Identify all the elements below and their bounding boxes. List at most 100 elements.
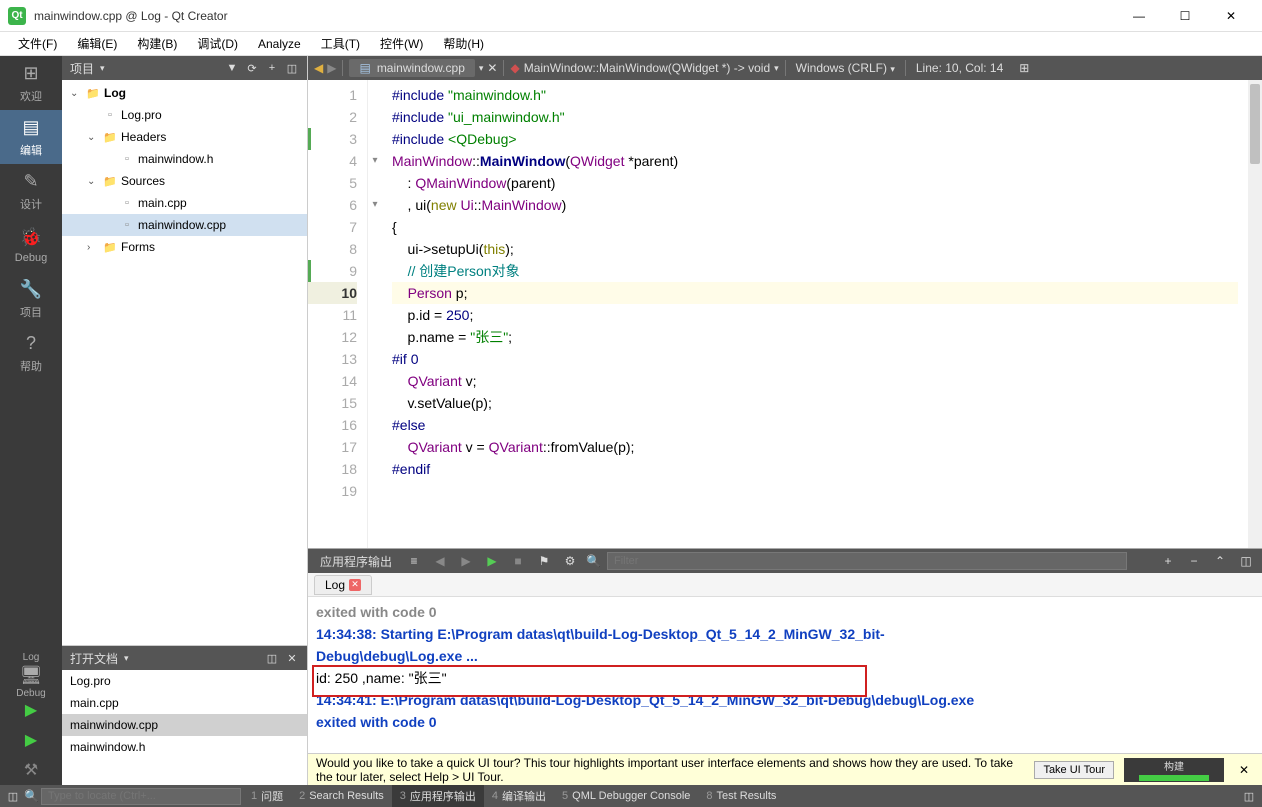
symbol-breadcrumb[interactable]: MainWindow::MainWindow(QWidget *) -> voi… (524, 61, 770, 75)
output-pane-selector[interactable]: 1问题 (243, 785, 291, 807)
menu-bar: 文件(F)编辑(E)构建(B)调试(D)Analyze工具(T)控件(W)帮助(… (0, 32, 1262, 56)
editor-tab[interactable]: ▤ mainwindow.cpp (349, 59, 474, 77)
menu-item[interactable]: 调试(D) (187, 32, 248, 55)
mode-icon: 🔧 (20, 279, 42, 301)
window-titlebar: Qt mainwindow.cpp @ Log - Qt Creator — ☐… (0, 0, 1262, 32)
menu-item[interactable]: 工具(T) (311, 32, 370, 55)
tree-label: Forms (121, 240, 155, 254)
output-filter-input[interactable] (607, 552, 1127, 570)
panel-toggle-icon[interactable]: ◫ (4, 787, 22, 805)
prev-icon[interactable]: ◀ (430, 552, 450, 570)
output-content[interactable]: exited with code 0 14:34:38: Starting E:… (308, 597, 1262, 753)
nav-back-icon[interactable]: ◀ (314, 61, 323, 75)
folder-icon: 📁 (85, 85, 101, 101)
zoom-in-icon[interactable]: + (1158, 552, 1178, 570)
close-bottom-icon[interactable]: ◫ (1240, 787, 1258, 805)
minimize-button[interactable]: — (1116, 0, 1162, 32)
tree-row[interactable]: ▫mainwindow.h (62, 148, 307, 170)
tree-row[interactable]: ⌄📁Headers (62, 126, 307, 148)
locator-input[interactable] (41, 788, 241, 805)
minimize-panel-icon[interactable]: ⌃ (1210, 552, 1230, 570)
output-pane-selector[interactable]: 3应用程序输出 (392, 785, 484, 807)
close-panel-icon[interactable]: ◫ (1236, 552, 1256, 570)
menu-item[interactable]: 帮助(H) (433, 32, 494, 55)
mode-设计[interactable]: ✎设计 (0, 164, 62, 218)
qt-creator-icon: Qt (8, 7, 26, 25)
open-doc-item[interactable]: main.cpp (62, 692, 307, 714)
close-icon[interactable]: ✕ (285, 651, 299, 665)
output-pane-selector[interactable]: 5QML Debugger Console (554, 785, 698, 807)
menu-item[interactable]: 构建(B) (127, 32, 187, 55)
maximize-button[interactable]: ☐ (1162, 0, 1208, 32)
editor-scrollbar[interactable] (1248, 80, 1262, 548)
mode-debug[interactable]: 🐞Debug (0, 218, 62, 272)
open-doc-item[interactable]: mainwindow.cpp (62, 714, 307, 736)
line-gutter[interactable]: 12345678910111213141516171819 (308, 80, 368, 548)
build-button[interactable]: ⚒ (0, 755, 62, 785)
run-button[interactable]: ▶ (0, 695, 62, 725)
build-progress-badge[interactable]: 构建 (1124, 758, 1224, 782)
split-editor-icon[interactable]: ⊞ (1019, 61, 1029, 75)
close-tab-icon[interactable]: ✕ (349, 579, 361, 591)
editor-tab-label: mainwindow.cpp (377, 61, 465, 75)
mode-编辑[interactable]: ▤编辑 (0, 110, 62, 164)
tree-row[interactable]: ▫main.cpp (62, 192, 307, 214)
tab-close-icon[interactable]: ✕ (487, 61, 497, 75)
split-icon[interactable]: ◫ (265, 651, 279, 665)
output-pane-selector[interactable]: 2Search Results (291, 785, 392, 807)
fold-column[interactable]: ▾▾ (368, 80, 382, 548)
menu-item[interactable]: 编辑(E) (67, 32, 127, 55)
take-tour-button[interactable]: Take UI Tour (1034, 761, 1114, 779)
menu-item[interactable]: Analyze (248, 34, 311, 54)
output-tab-log[interactable]: Log ✕ (314, 575, 372, 595)
menu-item[interactable]: 文件(F) (8, 32, 67, 55)
zoom-out-icon[interactable]: − (1184, 552, 1204, 570)
output-pane-selector[interactable]: 4编译输出 (484, 785, 554, 807)
menu-item[interactable]: 控件(W) (370, 32, 433, 55)
tree-row[interactable]: ⌄📁Sources (62, 170, 307, 192)
cursor-position[interactable]: Line: 10, Col: 14 (906, 61, 1013, 75)
code-area[interactable]: #include "mainwindow.h"#include "ui_main… (382, 80, 1248, 548)
sync-icon[interactable]: ⟳ (245, 61, 259, 75)
tree-row[interactable]: ▫mainwindow.cpp (62, 214, 307, 236)
project-tree[interactable]: ⌄📁Log▫Log.pro⌄📁Headers▫mainwindow.h⌄📁Sou… (62, 80, 307, 645)
folder-icon: 📁 (102, 173, 118, 189)
filter-icon[interactable]: ▼ (225, 61, 239, 75)
mode-帮助[interactable]: ?帮助 (0, 326, 62, 380)
tree-arrow-icon[interactable]: › (87, 242, 99, 253)
mode-icon: 🐞 (20, 227, 42, 249)
output-pane-selector[interactable]: 8Test Results (698, 785, 784, 807)
mode-icon: ▤ (20, 117, 42, 139)
settings-icon[interactable]: ⚙ (560, 552, 580, 570)
tree-row[interactable]: ⌄📁Log (62, 82, 307, 104)
file-icon: ▫ (102, 107, 118, 123)
run-config-icon[interactable]: ≡ (404, 552, 424, 570)
build-target-selector[interactable]: Log🖥Debug (0, 655, 62, 695)
tree-arrow-icon[interactable]: ⌄ (87, 176, 99, 187)
open-docs-list[interactable]: Log.promain.cppmainwindow.cppmainwindow.… (62, 670, 307, 785)
nav-fwd-icon[interactable]: ▶ (327, 61, 336, 75)
run-icon[interactable]: ▶ (482, 552, 502, 570)
add-icon[interactable]: + (265, 61, 279, 75)
next-icon[interactable]: ▶ (456, 552, 476, 570)
open-doc-item[interactable]: mainwindow.h (62, 736, 307, 758)
mode-项目[interactable]: 🔧项目 (0, 272, 62, 326)
tree-arrow-icon[interactable]: ⌄ (87, 132, 99, 143)
close-button[interactable]: ✕ (1208, 0, 1254, 32)
tree-row[interactable]: ›📁Forms (62, 236, 307, 258)
line-ending[interactable]: Windows (CRLF) ▾ (786, 61, 905, 75)
mode-bar: ⊞欢迎▤编辑✎设计🐞Debug🔧项目?帮助Log🖥Debug▶▶⚒ (0, 56, 62, 785)
tree-arrow-icon[interactable]: ⌄ (70, 88, 82, 99)
output-line: exited with code 0 (316, 601, 1254, 623)
mode-欢迎[interactable]: ⊞欢迎 (0, 56, 62, 110)
debug-run-button[interactable]: ▶ (0, 725, 62, 755)
tree-row[interactable]: ▫Log.pro (62, 104, 307, 126)
code-editor[interactable]: 12345678910111213141516171819 ▾▾ #includ… (308, 80, 1262, 548)
stop-icon[interactable]: ■ (508, 552, 528, 570)
split-icon[interactable]: ◫ (285, 61, 299, 75)
window-title: mainwindow.cpp @ Log - Qt Creator (34, 9, 1116, 23)
attach-icon[interactable]: ⚑ (534, 552, 554, 570)
close-banner-icon[interactable]: ✕ (1234, 763, 1254, 777)
open-doc-item[interactable]: Log.pro (62, 670, 307, 692)
build-progress-bar (1139, 775, 1209, 781)
